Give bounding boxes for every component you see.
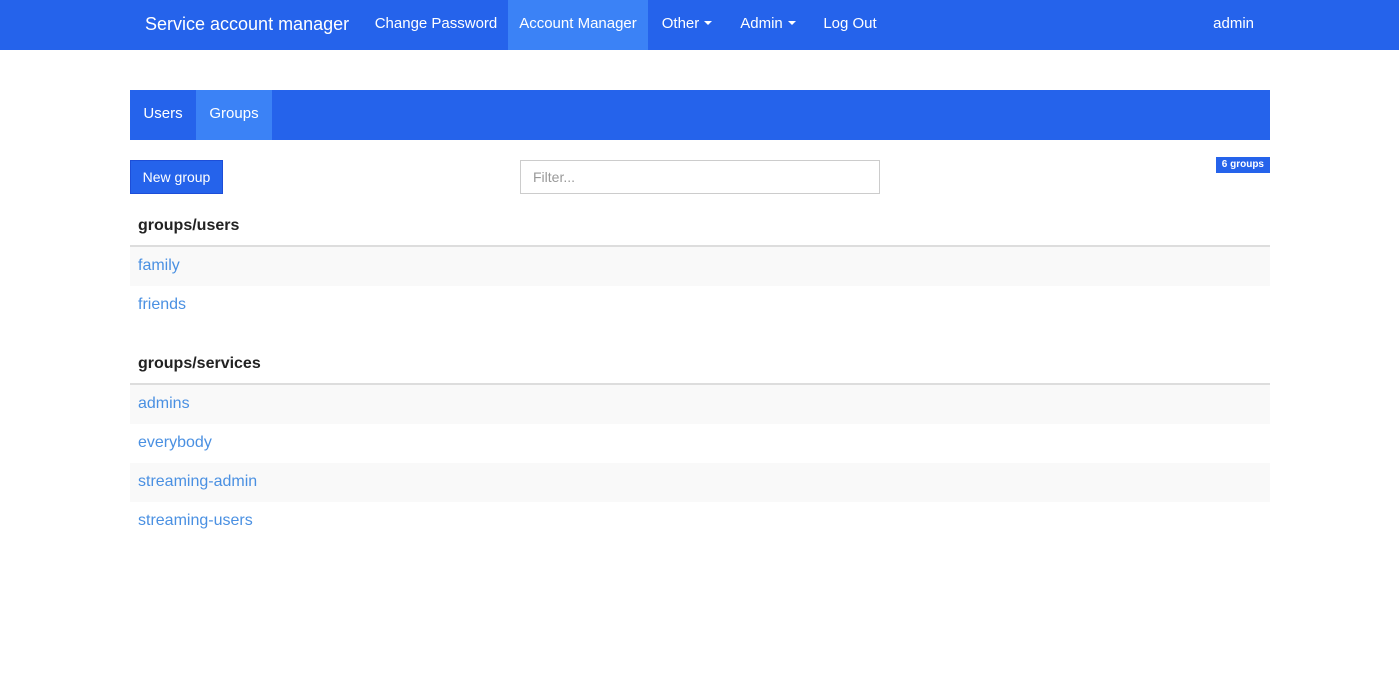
group-count-badge: 6 groups	[1215, 157, 1270, 173]
section-heading: groups/users	[130, 207, 1270, 247]
nav-other-label: Other	[661, 15, 700, 32]
nav-user-menu[interactable]: admin	[1213, 0, 1254, 50]
nav-change-password[interactable]: Change Password	[364, 0, 508, 50]
top-navbar: Service account manager Change Password …	[0, 0, 1399, 50]
nav-log-out[interactable]: Log Out	[810, 0, 890, 50]
tab-groups-label: Groups	[209, 105, 259, 122]
group-link-everybody[interactable]: everybody	[138, 434, 212, 451]
nav-log-out-label: Log Out	[823, 15, 877, 32]
group-link-admins[interactable]: admins	[138, 395, 190, 412]
nav-account-manager[interactable]: Account Manager	[508, 0, 648, 50]
tab-users[interactable]: Users	[130, 90, 196, 140]
list-item: family	[130, 247, 1270, 286]
group-section-users: groups/users family friends	[130, 207, 1270, 325]
nav-admin-dropdown[interactable]: Admin	[726, 0, 810, 50]
tab-users-label: Users	[143, 105, 183, 122]
caret-down-icon	[787, 21, 796, 25]
nav-account-manager-label: Account Manager	[519, 15, 637, 32]
new-group-button[interactable]: New group	[130, 160, 223, 194]
brand-title[interactable]: Service account manager	[145, 0, 349, 50]
group-section-services: groups/services admins everybody streami…	[130, 345, 1270, 541]
list-item: streaming-admin	[130, 463, 1270, 502]
caret-down-icon	[704, 21, 713, 25]
section-heading: groups/services	[130, 345, 1270, 385]
group-link-family[interactable]: family	[138, 257, 180, 274]
filter-input[interactable]	[520, 160, 880, 194]
group-link-streaming-users[interactable]: streaming-users	[138, 512, 253, 529]
nav-admin-label: Admin	[740, 15, 783, 32]
list-item: everybody	[130, 424, 1270, 463]
group-link-friends[interactable]: friends	[138, 296, 186, 313]
list-item: friends	[130, 286, 1270, 325]
group-link-streaming-admin[interactable]: streaming-admin	[138, 473, 257, 490]
nav-change-password-label: Change Password	[374, 15, 498, 32]
list-item: streaming-users	[130, 502, 1270, 541]
nav-other-dropdown[interactable]: Other	[648, 0, 726, 50]
tab-bar: Users Groups	[130, 90, 1270, 140]
list-item: admins	[130, 385, 1270, 424]
tab-groups[interactable]: Groups	[196, 90, 272, 140]
